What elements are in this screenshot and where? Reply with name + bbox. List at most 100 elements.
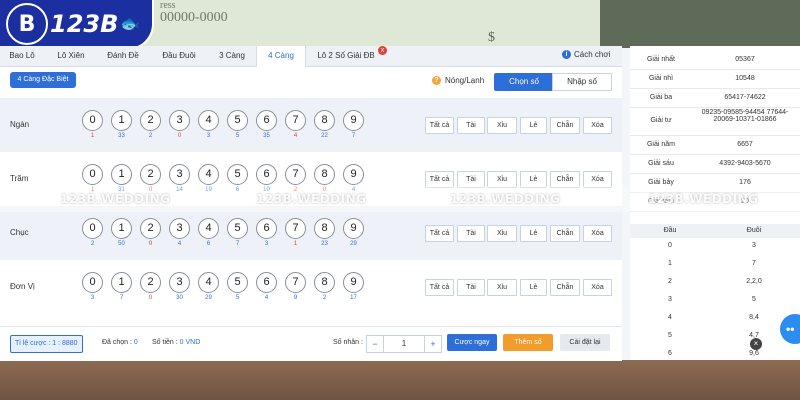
digit-ball[interactable]: 0: [82, 218, 103, 239]
digit-ball[interactable]: 5: [227, 164, 248, 185]
digit-ball[interactable]: 7: [285, 164, 306, 185]
digit-ball[interactable]: 8: [314, 272, 335, 293]
tab-danh-de[interactable]: Đánh Đề: [98, 46, 148, 66]
tab-dau-duoi[interactable]: Đầu Đuôi: [152, 46, 206, 66]
tail-value: 7: [752, 260, 756, 267]
filter-button[interactable]: Chẵn: [550, 279, 580, 296]
digit-ball[interactable]: 2: [140, 164, 161, 185]
minus-button[interactable]: −: [367, 336, 384, 352]
digit-ball[interactable]: 7: [285, 110, 306, 131]
digit-ball[interactable]: 3: [169, 110, 190, 131]
tab-3-cang[interactable]: 3 Càng: [210, 46, 254, 66]
add-number-button[interactable]: Thêm số: [503, 334, 553, 351]
digit-frequency: 23: [321, 241, 328, 247]
sub-type-button[interactable]: 4 Càng Đặc Biệt: [10, 72, 76, 88]
pick-number-button[interactable]: Chọn số: [494, 73, 554, 91]
digit-ball[interactable]: 8: [314, 110, 335, 131]
tail-value: 3: [752, 242, 756, 249]
head-value: 0: [668, 242, 672, 249]
digit-ball[interactable]: 0: [82, 164, 103, 185]
digit-frequency: 50: [118, 241, 125, 247]
filter-button[interactable]: Tất cả: [425, 225, 454, 242]
filter-button[interactable]: Tất cả: [425, 279, 454, 296]
digit-ball[interactable]: 2: [140, 218, 161, 239]
multiplier-input[interactable]: 1: [383, 336, 425, 352]
filter-button[interactable]: Xóa: [583, 225, 612, 242]
tab-bao-lo[interactable]: Bao Lô: [0, 46, 44, 66]
input-number-button[interactable]: Nhập số: [552, 73, 612, 91]
digit-ball[interactable]: 8: [314, 218, 335, 239]
digit-ball[interactable]: 6: [256, 164, 277, 185]
digit-ball[interactable]: 5: [227, 272, 248, 293]
digit-frequency: 4: [264, 295, 269, 301]
tail-value: 5: [752, 296, 756, 303]
question-icon: ?: [432, 76, 441, 85]
bet-now-button[interactable]: Cược ngay: [447, 334, 497, 351]
filter-button[interactable]: Xóa: [583, 117, 612, 134]
digit-ball[interactable]: 2: [140, 272, 161, 293]
tab-lo-2-so-giai-db[interactable]: Lô 2 Số Giải ĐB: [310, 46, 382, 66]
digit-ball[interactable]: 9: [343, 164, 364, 185]
reset-button[interactable]: Cài đặt lại: [560, 334, 610, 351]
digit-ball[interactable]: 1: [111, 164, 132, 185]
filter-button[interactable]: Lẻ: [520, 225, 547, 242]
digit-ball[interactable]: 0: [82, 110, 103, 131]
digit-ball[interactable]: 1: [111, 272, 132, 293]
amount-label: Số tiền :: [152, 339, 178, 346]
filter-button[interactable]: Tài: [457, 279, 485, 296]
filter-button[interactable]: Xỉu: [487, 225, 517, 242]
digit-ball[interactable]: 3: [169, 218, 190, 239]
digit-ball[interactable]: 7: [285, 218, 306, 239]
filter-button[interactable]: Lẻ: [520, 117, 547, 134]
digit-ball[interactable]: 6: [256, 218, 277, 239]
prize-value: 4392-9403-5670: [719, 160, 771, 167]
hot-cold-toggle[interactable]: ? Nóng/Lạnh: [432, 76, 484, 85]
filter-button[interactable]: Xỉu: [487, 279, 517, 296]
digit-ball[interactable]: 5: [227, 110, 248, 131]
digit-ball[interactable]: 9: [343, 272, 364, 293]
digit-ball[interactable]: 6: [256, 272, 277, 293]
digit-frequency: 3: [90, 295, 95, 301]
head-value: 5: [668, 332, 672, 339]
digit-frequency: 6: [206, 241, 211, 247]
prize-name: Giải ba: [649, 94, 673, 101]
watermark-text: 123B.WEDDING: [648, 192, 759, 206]
filter-button[interactable]: Lẻ: [520, 279, 547, 296]
prize-value: 65417-74622: [724, 94, 766, 101]
filter-button[interactable]: Xóa: [583, 279, 612, 296]
digit-ball[interactable]: 1: [111, 218, 132, 239]
digit-ball[interactable]: 3: [169, 164, 190, 185]
tab-lo-xien[interactable]: Lô Xiên: [48, 46, 94, 66]
filter-button[interactable]: Chẵn: [550, 117, 580, 134]
digit-ball[interactable]: 3: [169, 272, 190, 293]
watermark-text: 123B.WEDDING: [256, 192, 367, 206]
digit-ball[interactable]: 9: [343, 110, 364, 131]
digit-ball[interactable]: 4: [198, 218, 219, 239]
prize-row: Giải nhất 05367: [630, 50, 800, 70]
hot-cold-label: Nóng/Lạnh: [445, 76, 485, 85]
filter-button[interactable]: Tài: [457, 117, 485, 134]
filter-button[interactable]: Chẵn: [550, 225, 580, 242]
filter-button[interactable]: Tài: [457, 225, 485, 242]
digit-ball[interactable]: 4: [198, 164, 219, 185]
digit-ball[interactable]: 1: [111, 110, 132, 131]
howto-link[interactable]: i Cách chơi: [562, 50, 610, 59]
digit-ball[interactable]: 7: [285, 272, 306, 293]
logo-text: 123B: [50, 10, 119, 38]
digit-ball[interactable]: 2: [140, 110, 161, 131]
plus-button[interactable]: +: [424, 336, 441, 352]
digit-ball[interactable]: 4: [198, 272, 219, 293]
row-label: Chục: [10, 228, 29, 237]
digit-ball[interactable]: 9: [343, 218, 364, 239]
digit-ball[interactable]: 8: [314, 164, 335, 185]
prize-value: 09235-09585-94454 77644-20069-10371-0186…: [701, 109, 789, 123]
filter-button[interactable]: Tất cả: [425, 117, 454, 134]
tab-4-cang[interactable]: 4 Càng: [256, 46, 306, 67]
digit-ball[interactable]: 5: [227, 218, 248, 239]
digit-ball[interactable]: 4: [198, 110, 219, 131]
close-icon[interactable]: ×: [750, 338, 762, 350]
digit-ball[interactable]: 6: [256, 110, 277, 131]
digit-frequency: 35: [263, 133, 270, 139]
filter-button[interactable]: Xỉu: [487, 117, 517, 134]
digit-ball[interactable]: 0: [82, 272, 103, 293]
